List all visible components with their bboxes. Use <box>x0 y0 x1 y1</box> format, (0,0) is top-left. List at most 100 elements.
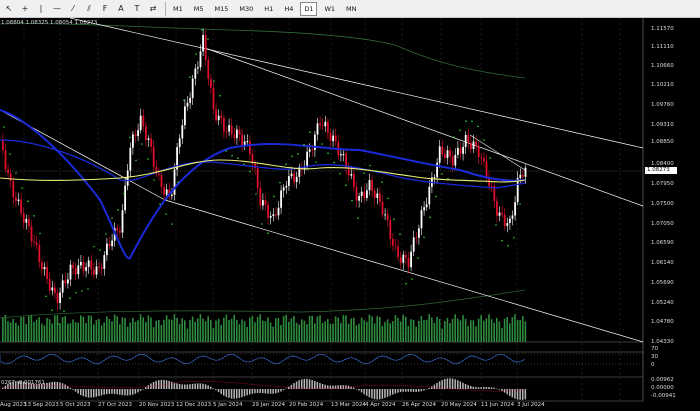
candle-body <box>223 117 225 132</box>
timeframe-m30[interactable]: M30 <box>235 2 257 16</box>
crosshair-icon[interactable]: + <box>18 2 32 16</box>
sar-dot <box>339 172 341 175</box>
volume-bar <box>308 315 311 342</box>
macd-bar <box>173 382 176 389</box>
volume-bar <box>129 322 131 342</box>
candle-body <box>425 204 428 208</box>
macd-bar <box>433 384 436 389</box>
candle-body <box>389 220 392 239</box>
macd-bar <box>407 389 410 392</box>
candle-body <box>441 146 444 155</box>
sar-dot <box>321 143 323 145</box>
candle-body <box>233 134 236 139</box>
macd-bar <box>272 389 274 394</box>
volume-bar <box>106 316 108 342</box>
price-chart[interactable] <box>0 18 700 411</box>
timeframe-w1[interactable]: W1 <box>320 2 339 16</box>
timeframe-d1[interactable]: D1 <box>300 1 318 16</box>
channel-icon[interactable]: ⫽ <box>82 2 96 16</box>
candle-body <box>165 189 168 195</box>
trendline-icon[interactable]: ⁄ <box>66 2 80 16</box>
candle-body <box>121 210 124 233</box>
candle-body <box>472 141 475 149</box>
volume-bar <box>470 320 472 342</box>
volume-bar <box>350 318 352 342</box>
timeframe-m15[interactable]: M15 <box>211 2 233 16</box>
sar-dot <box>87 288 89 290</box>
macd-bar <box>142 388 144 390</box>
sar-dot <box>255 193 257 195</box>
candle-body <box>72 264 74 268</box>
volume-bar <box>178 324 181 342</box>
candle-body <box>392 238 394 246</box>
macd-bar <box>277 389 280 393</box>
text-icon[interactable]: A <box>114 2 128 16</box>
candle-body <box>376 193 379 199</box>
candle-body <box>116 228 119 231</box>
date-label: 13 Sep 2023 <box>24 402 59 408</box>
candle-body <box>38 245 41 263</box>
candle-body <box>249 141 251 154</box>
macd-bar <box>204 384 207 389</box>
candle-body <box>485 161 488 179</box>
sar-dot <box>375 169 377 172</box>
macd-bar <box>420 389 423 392</box>
sar-dot <box>345 184 347 186</box>
vertical-line-icon[interactable]: | <box>34 2 48 16</box>
fibonacci-icon[interactable]: F <box>98 2 112 16</box>
sar-dot <box>471 120 473 123</box>
volume-bar <box>108 318 111 342</box>
candle-body <box>46 267 48 279</box>
macd-bar <box>186 384 189 389</box>
macd-bar <box>249 389 251 395</box>
volume-bar <box>48 319 51 342</box>
macd-bar <box>243 389 246 397</box>
timeframe-mn[interactable]: MN <box>342 2 360 16</box>
label-icon[interactable]: T <box>130 2 144 16</box>
volume-bar <box>181 318 183 342</box>
macd-bar <box>264 389 267 394</box>
sar-dot <box>519 203 521 205</box>
candle-body <box>459 148 462 154</box>
candle-body <box>132 134 134 148</box>
sar-dot <box>459 129 461 132</box>
horizontal-line-icon[interactable]: — <box>50 2 64 16</box>
price-label: 1.07500 <box>651 201 674 207</box>
candle-body <box>288 176 290 186</box>
candle-body <box>56 292 59 303</box>
timeframe-h4[interactable]: H4 <box>280 2 297 16</box>
volume-bar <box>301 319 303 342</box>
macd-bar <box>100 389 103 396</box>
sar-dot <box>477 125 479 128</box>
macd-bar <box>176 383 178 389</box>
macd-bar <box>293 383 295 389</box>
rsi-label-0: 0 <box>651 362 655 368</box>
candle-body <box>311 149 314 151</box>
sar-dot <box>15 172 17 174</box>
sar-dot <box>147 158 149 160</box>
timeframe-m1[interactable]: M1 <box>169 2 187 16</box>
volume-lower-line <box>0 289 526 319</box>
price-axis[interactable]: 1.11570 1.11110 1.10660 1.10210 1.09760 … <box>643 18 700 411</box>
arrows-icon[interactable]: ⇄ <box>146 2 160 16</box>
timeframe-h1[interactable]: H1 <box>260 2 277 16</box>
timeframe-m5[interactable]: M5 <box>190 2 208 16</box>
sar-dot <box>387 197 389 200</box>
candle-body <box>410 251 412 268</box>
candle-body <box>259 187 262 206</box>
date-label: 20 Nov 2023 <box>139 402 175 408</box>
cursor-icon[interactable]: ↖ <box>2 2 16 16</box>
date-axis[interactable]: Aug 2023 13 Sep 2023 5 Oct 2023 27 Oct 2… <box>0 401 643 411</box>
volume-bar <box>189 319 191 342</box>
candle-body <box>210 78 212 88</box>
macd-bar <box>397 389 399 393</box>
volume-bar <box>33 321 35 342</box>
candle-body <box>119 230 121 233</box>
volume-bar <box>139 314 142 342</box>
macd-bar <box>444 378 446 389</box>
candle-body <box>418 228 420 238</box>
macd-bar <box>126 389 129 396</box>
volume-bar <box>77 322 79 342</box>
sar-dot <box>489 157 491 159</box>
volume-bar <box>392 321 394 342</box>
